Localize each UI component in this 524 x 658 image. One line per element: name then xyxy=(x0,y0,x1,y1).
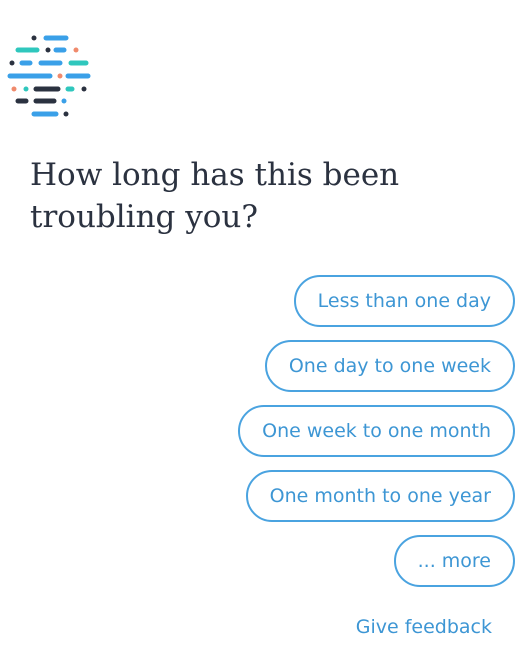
option-one-month-to-one-year[interactable]: One month to one year xyxy=(245,470,515,522)
give-feedback-link[interactable]: Give feedback xyxy=(356,616,492,638)
more-options-button[interactable]: ... more xyxy=(393,535,515,587)
option-less-than-one-day[interactable]: Less than one day xyxy=(293,275,515,327)
question-heading: How long has this been troubling you? xyxy=(30,157,400,235)
option-one-day-to-one-week[interactable]: One day to one week xyxy=(264,340,515,392)
brand-logo-icon xyxy=(7,35,91,117)
answer-options: Less than one day One day to one week On… xyxy=(238,275,515,600)
option-one-week-to-one-month[interactable]: One week to one month xyxy=(238,405,515,457)
